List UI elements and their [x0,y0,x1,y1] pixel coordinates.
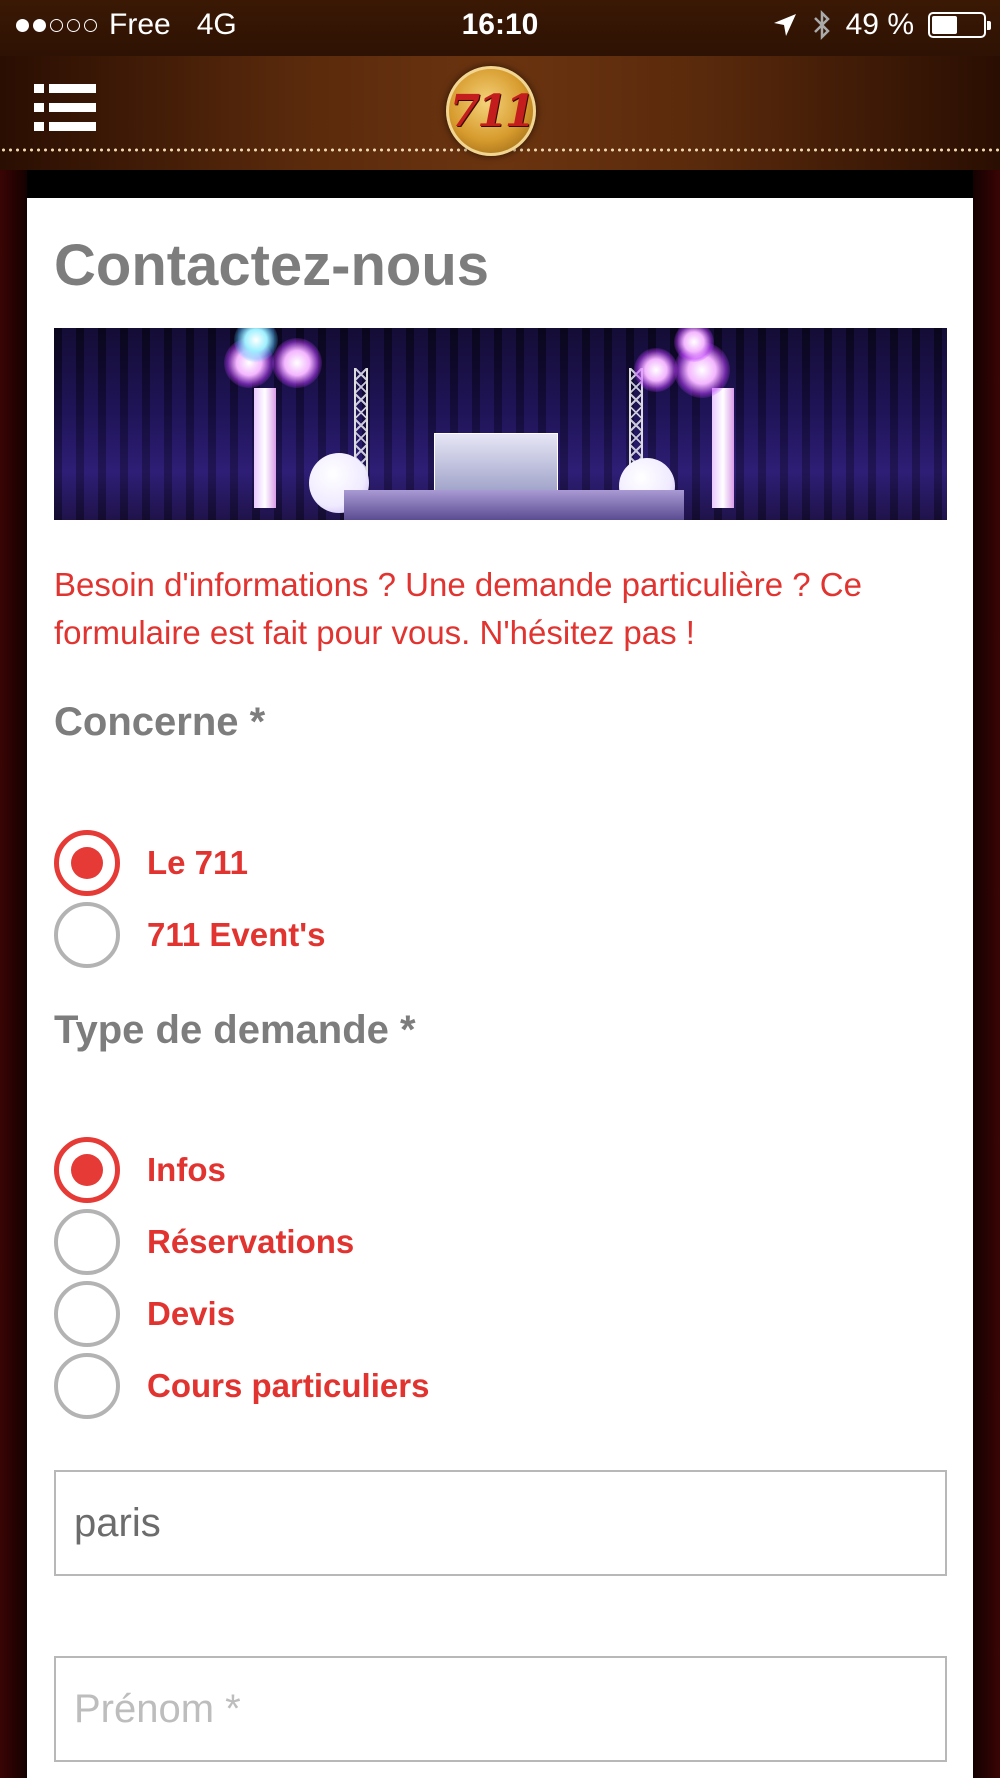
contact-form-card: Contactez-nous Besoin d'informations ? U… [27,198,973,1778]
content-frame-top [0,170,1000,200]
radio-label: Le 711 [147,844,248,881]
form-intro-text: Besoin d'informations ? Une demande part… [54,566,862,651]
nom-input[interactable] [54,1470,947,1576]
battery-percent: 49 % [845,8,914,41]
radio-unchecked-icon[interactable] [54,1281,120,1347]
radio-checked-icon[interactable] [54,830,120,896]
type-demande-label: Type de demande * [54,1008,416,1052]
radio-unchecked-icon[interactable] [54,1353,120,1419]
radio-le-711[interactable]: Le 711 [54,830,248,896]
radio-checked-icon[interactable] [54,1137,120,1203]
battery-icon [928,12,991,38]
prenom-input[interactable] [54,1656,947,1762]
hamburger-menu-icon[interactable] [34,84,96,132]
radio-label: Cours particuliers [147,1367,430,1404]
radio-unchecked-icon[interactable] [54,902,120,968]
app-header: 711 [0,56,1000,170]
radio-711-events[interactable]: 711 Event's [54,902,325,968]
bluetooth-icon [813,9,830,41]
status-bar: Free 4G 16:10 49 % [0,0,1000,56]
radio-label: Réservations [147,1223,355,1260]
background-left [0,170,27,1778]
radio-label: 711 Event's [147,916,326,953]
concerne-label: Concerne * [54,700,266,744]
page-title: Contactez-nous [54,233,489,298]
radio-infos[interactable]: Infos [54,1137,226,1203]
radio-reservations[interactable]: Réservations [54,1209,354,1275]
radio-cours-particuliers[interactable]: Cours particuliers [54,1353,429,1419]
venue-banner-image [54,328,947,520]
radio-label: Devis [147,1295,236,1332]
radio-label: Infos [147,1151,226,1188]
background-right [973,170,1000,1778]
radio-devis[interactable]: Devis [54,1281,235,1347]
location-arrow-icon [773,14,796,36]
logo-text: 711 [449,85,536,137]
brand-logo[interactable]: 711 [446,66,536,156]
radio-unchecked-icon[interactable] [54,1209,120,1275]
